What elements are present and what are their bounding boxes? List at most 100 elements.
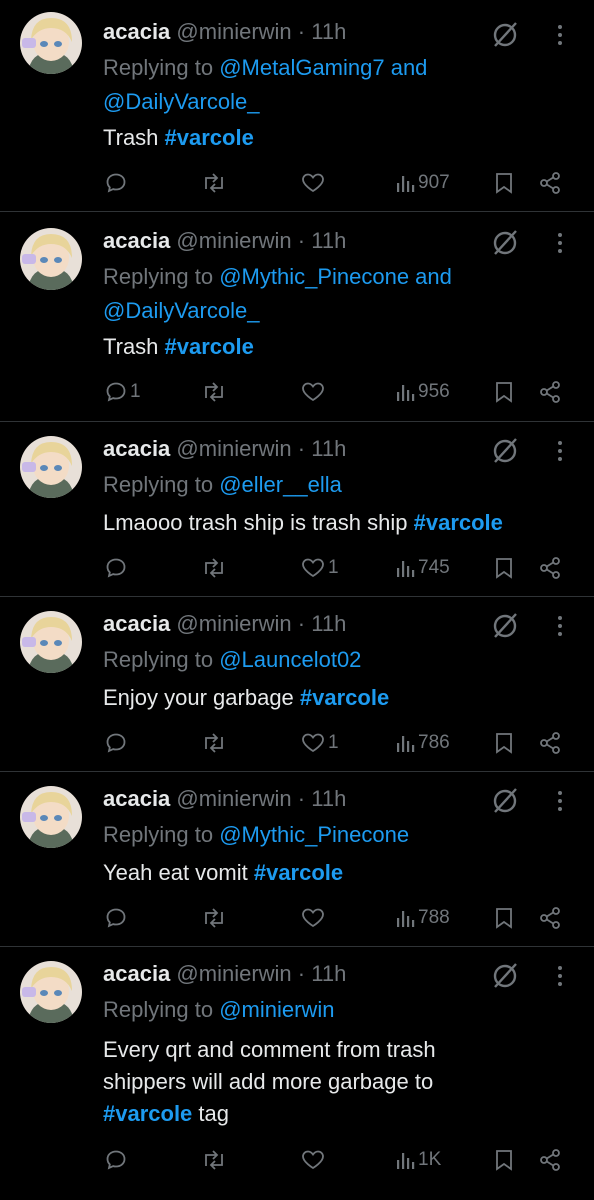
repost-button[interactable] <box>201 553 227 583</box>
timestamp[interactable]: · 11h <box>298 611 347 636</box>
hashtag-link[interactable]: #varcole <box>254 860 343 885</box>
tweet[interactable]: acacia @minierwin · 11h Replying to @ell… <box>0 422 594 597</box>
share-icon <box>540 907 560 929</box>
views-button[interactable]: 1K <box>396 1145 441 1175</box>
share-button[interactable] <box>538 553 562 583</box>
reply-target-link[interactable]: @Launcelot02 <box>219 647 361 672</box>
more-options-icon[interactable] <box>552 786 568 816</box>
grok-icon[interactable] <box>490 611 520 641</box>
grok-icon[interactable] <box>490 961 520 991</box>
avatar[interactable] <box>20 12 82 74</box>
avatar[interactable] <box>20 436 82 498</box>
like-button[interactable] <box>300 1145 328 1175</box>
reply-button[interactable] <box>104 728 130 758</box>
timestamp[interactable]: · 11h <box>298 786 347 811</box>
hashtag-link[interactable]: #varcole <box>103 1101 192 1126</box>
bookmark-button[interactable] <box>494 377 514 407</box>
views-button[interactable]: 907 <box>396 168 450 198</box>
share-button[interactable] <box>538 903 562 933</box>
avatar[interactable] <box>20 228 82 290</box>
author-name[interactable]: acacia <box>103 19 170 44</box>
author-name[interactable]: acacia <box>103 786 170 811</box>
like-button[interactable]: 1 <box>300 553 339 583</box>
hashtag-link[interactable]: #varcole <box>165 125 254 150</box>
view-count: 907 <box>418 172 450 193</box>
like-button[interactable] <box>300 903 328 933</box>
reply-button[interactable] <box>104 168 130 198</box>
tweet[interactable]: acacia @minierwin · 11h Replying to @min… <box>0 947 594 1200</box>
views-button[interactable]: 786 <box>396 728 450 758</box>
share-icon <box>540 1149 560 1171</box>
reply-button[interactable] <box>104 903 130 933</box>
timestamp[interactable]: · 11h <box>298 19 347 44</box>
tweet[interactable]: acacia @minierwin · 11h Replying to @Myt… <box>0 212 594 422</box>
views-icon <box>397 561 415 577</box>
repost-button[interactable] <box>201 377 227 407</box>
grok-icon[interactable] <box>490 20 520 50</box>
tweet-text: Every qrt and comment from trash <box>103 1037 436 1062</box>
reply-target-link[interactable]: @eller__ella <box>219 472 342 497</box>
author-handle[interactable]: @minierwin <box>176 611 291 636</box>
share-button[interactable] <box>538 1145 562 1175</box>
reply-target-link[interactable]: @DailyVarcole_ <box>103 89 259 114</box>
reply-target-link[interactable]: @Mythic_Pinecone <box>219 822 409 847</box>
bookmark-button[interactable] <box>494 1145 514 1175</box>
view-count: 1K <box>418 1149 442 1170</box>
reply-target-link[interactable]: @minierwin <box>219 997 334 1022</box>
author-name[interactable]: acacia <box>103 436 170 461</box>
hashtag-link[interactable]: #varcole <box>165 334 254 359</box>
share-button[interactable] <box>538 377 562 407</box>
timestamp[interactable]: · 11h <box>298 436 347 461</box>
reply-target-link[interactable]: @MetalGaming7 and <box>219 55 427 80</box>
tweet[interactable]: acacia @minierwin · 11h Replying to @Myt… <box>0 772 594 947</box>
author-name[interactable]: acacia <box>103 961 170 986</box>
views-button[interactable]: 956 <box>396 377 450 407</box>
repost-button[interactable] <box>201 903 227 933</box>
tweet[interactable]: acacia @minierwin · 11h Replying to @Met… <box>0 0 594 212</box>
views-button[interactable]: 788 <box>396 903 450 933</box>
like-button[interactable]: 1 <box>300 728 339 758</box>
timestamp[interactable]: · 11h <box>298 228 347 253</box>
bookmark-icon <box>496 382 512 403</box>
grok-icon[interactable] <box>490 436 520 466</box>
author-name[interactable]: acacia <box>103 611 170 636</box>
tweet[interactable]: acacia @minierwin · 11h Replying to @Lau… <box>0 597 594 772</box>
views-button[interactable]: 745 <box>396 553 450 583</box>
grok-icon[interactable] <box>490 786 520 816</box>
author-name[interactable]: acacia <box>103 228 170 253</box>
like-button[interactable] <box>300 168 328 198</box>
avatar[interactable] <box>20 611 82 673</box>
share-button[interactable] <box>538 168 562 198</box>
hashtag-link[interactable]: #varcole <box>414 510 503 535</box>
bookmark-button[interactable] <box>494 728 514 758</box>
avatar[interactable] <box>20 786 82 848</box>
author-handle[interactable]: @minierwin <box>176 436 291 461</box>
reply-target-link[interactable]: @DailyVarcole_ <box>103 298 259 323</box>
bookmark-button[interactable] <box>494 553 514 583</box>
share-button[interactable] <box>538 728 562 758</box>
repost-button[interactable] <box>201 1145 227 1175</box>
reply-target-link[interactable]: @Mythic_Pinecone and <box>219 264 452 289</box>
hashtag-link[interactable]: #varcole <box>300 685 389 710</box>
author-handle[interactable]: @minierwin <box>176 786 291 811</box>
author-handle[interactable]: @minierwin <box>176 228 291 253</box>
more-options-icon[interactable] <box>552 20 568 50</box>
repost-button[interactable] <box>201 728 227 758</box>
more-options-icon[interactable] <box>552 611 568 641</box>
grok-icon[interactable] <box>490 228 520 258</box>
reply-icon <box>106 1150 126 1170</box>
bookmark-button[interactable] <box>494 168 514 198</box>
reply-button[interactable] <box>104 1145 130 1175</box>
repost-button[interactable] <box>201 168 227 198</box>
timestamp[interactable]: · 11h <box>298 961 347 986</box>
author-handle[interactable]: @minierwin <box>176 19 291 44</box>
avatar[interactable] <box>20 961 82 1023</box>
author-handle[interactable]: @minierwin <box>176 961 291 986</box>
like-button[interactable] <box>300 377 328 407</box>
bookmark-button[interactable] <box>494 903 514 933</box>
more-options-icon[interactable] <box>552 228 568 258</box>
reply-button[interactable] <box>104 553 130 583</box>
more-options-icon[interactable] <box>552 436 568 466</box>
more-options-icon[interactable] <box>552 961 568 991</box>
reply-button[interactable]: 1 <box>104 377 141 407</box>
